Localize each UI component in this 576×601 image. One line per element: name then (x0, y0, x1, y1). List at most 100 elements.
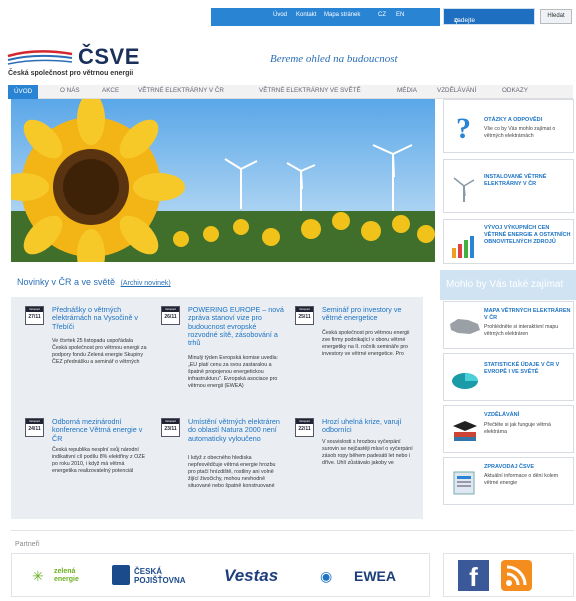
side-card-title: VZDĚLÁVÁNÍ (484, 412, 520, 418)
calendar-icon: listopad 27/11 (25, 306, 44, 325)
calendar-icon: listopad 26/11 (161, 306, 180, 325)
pie-chart-icon (452, 373, 478, 389)
partner-ceska-pojistovna[interactable]: ČESKÁ POJIŠŤOVNA (112, 565, 204, 587)
news-card[interactable]: listopad 23/11 Umístění větrných elektrár… (155, 409, 287, 514)
eye-icon: ◉ (320, 568, 333, 584)
news-text: I když z obecného hlediska nepřesvědčuje… (188, 455, 276, 489)
partner-name: EWEA (354, 568, 396, 584)
news-card[interactable]: listopad 27/11 Přednášky o větrných elekt… (19, 297, 151, 402)
hero-image (11, 99, 435, 262)
news-card[interactable]: listopad 24/11 Odborná mezinárodní konfer… (19, 409, 151, 514)
news-date-month: listopad (296, 419, 313, 424)
news-text: V souvislosti s hrozbou vyčerpání surovi… (322, 439, 413, 466)
side-card-installed[interactable]: INSTALOVANÉ VĚTRNÉ ELEKTRÁRNY V ČR (443, 159, 574, 213)
news-date-month: listopad (26, 419, 43, 424)
top-link-en[interactable]: EN (396, 12, 404, 18)
side-card-stats[interactable]: STATISTICKÉ ÚDAJE V ČR V EVROPĚ I VE SVĚ… (443, 353, 574, 401)
leaf-icon: ✳ (32, 568, 44, 584)
calendar-icon: listopad 22/11 (295, 418, 314, 437)
nav-item-home[interactable]: ÚVOD (8, 85, 39, 99)
nav-item-media[interactable]: MÉDIA (397, 87, 417, 94)
side-card-title: ZPRAVODAJ ČSVE (484, 464, 535, 470)
search-input[interactable]: ⚲ zadejte hledaný výraz (443, 8, 535, 38)
map-icon (450, 319, 480, 334)
news-date-month: listopad (162, 307, 179, 312)
svg-text:?: ? (456, 112, 471, 142)
top-link-home[interactable]: Úvod (273, 12, 287, 18)
news-heading: Novinky v ČR a ve světě (Archiv novinek) (17, 277, 171, 287)
news-date-day: 23/11 (164, 426, 177, 432)
news-title[interactable]: Umístění větrných elektráren do oblastí … (188, 417, 284, 443)
side-card-newsletter[interactable]: ZPRAVODAJ ČSVE Aktuální informace o dění… (443, 457, 574, 505)
partner-ewea[interactable]: ◉ EWEA (320, 564, 420, 588)
news-date-month: listopad (26, 307, 43, 312)
news-date-day: 26/11 (164, 314, 177, 320)
bar-chart-icon (452, 236, 474, 258)
shield-icon (112, 565, 130, 585)
top-link-sitemap[interactable]: Mapa stránek (324, 12, 360, 18)
question-icon: ? (456, 112, 471, 142)
social-box: f (443, 553, 574, 597)
news-title[interactable]: Přednášky o větrných elektrárnách na Vys… (52, 305, 148, 331)
partner-zelena-energie[interactable]: ✳ zelená energie (32, 566, 100, 586)
search-placeholder: zadejte hledaný výraz (454, 17, 477, 38)
news-text: Česká republika nesplní svůj národní ind… (52, 447, 146, 474)
news-heading-text: Novinky v ČR a ve světě (17, 277, 116, 287)
news-date-day: 27/11 (28, 314, 41, 320)
news-archive-link[interactable]: (Archiv novinek) (121, 280, 171, 287)
search-button[interactable]: Hledat (540, 9, 572, 24)
brand-subtitle: Česká společnost pro větrnou energii (8, 70, 134, 77)
side-card-map[interactable]: MAPA VĚTRNÝCH ELEKTRÁREN V ČR Prohlédnět… (443, 301, 574, 349)
news-date-day: 25/11 (298, 314, 311, 320)
news-title[interactable]: Odborná mezinárodní konference Větrná en… (52, 417, 148, 443)
news-text: Ve čtvrtek 25 listopadu uspořádala Česká… (52, 338, 147, 365)
nav-item-wind-cz[interactable]: VĚTRNÉ ELEKTRÁRNY V ČR (138, 87, 224, 94)
rss-icon[interactable] (501, 560, 532, 591)
news-date-month: listopad (162, 419, 179, 424)
nav-item-wind-world[interactable]: VĚTRNÉ ELEKTRÁRNY VE SVĚTĚ (259, 87, 361, 94)
news-title[interactable]: Seminář pro investory ve větrné energeti… (322, 305, 418, 323)
divider (11, 530, 574, 531)
partners-bar: ✳ zelená energie ČESKÁ POJIŠŤOVNA Vestas… (11, 553, 430, 597)
side-card-education[interactable]: VZDĚLÁVÁNÍ Přečtěte si jak funguje větrn… (443, 405, 574, 453)
sunflowers-turbines-illustration (11, 99, 435, 262)
calendar-icon: listopad 23/11 (161, 418, 180, 437)
turbine-icon (453, 177, 475, 202)
news-text: Česká společnost pro větrnou energii zve… (322, 330, 410, 357)
news-date-day: 24/11 (28, 426, 41, 432)
side-card-title: OTÁZKY A ODPOVĚDI (484, 117, 543, 123)
news-card[interactable]: listopad 25/11 Seminář pro investory ve v… (289, 297, 421, 402)
side-card-title: INSTALOVANÉ VĚTRNÉ ELEKTRÁRNY V ČR (484, 174, 547, 187)
partner-name: ČESKÁ POJIŠŤOVNA (134, 567, 186, 585)
news-date-day: 22/11 (298, 426, 311, 432)
news-text: Minulý týden Evropská komise uvedla: „EU… (188, 355, 279, 389)
partners-label: Partneři (15, 541, 40, 548)
newsletter-icon (453, 471, 475, 495)
brand-name[interactable]: ČSVE (78, 44, 140, 70)
news-card[interactable]: listopad 26/11 POWERING EUROPE – nová zpr… (155, 297, 287, 402)
main-nav: ÚVOD O NÁS AKCE VĚTRNÉ ELEKTRÁRNY V ČR V… (8, 85, 573, 99)
side-card-desc: Prohlédněte si interaktivní mapu větrnýc… (484, 324, 559, 337)
side-card-desc: Vše co by Vás mohlo zajímat o větrných e… (484, 126, 556, 139)
top-link-cz[interactable]: CZ (378, 12, 386, 18)
news-date-month: listopad (296, 307, 313, 312)
news-card[interactable]: listopad 22/11 Hrozí uhelná krize, varují… (289, 409, 421, 514)
facebook-icon[interactable]: f (458, 560, 489, 592)
nav-item-links[interactable]: ODKAZY (502, 87, 528, 94)
nav-item-about[interactable]: O NÁS (60, 87, 80, 94)
side-card-faq[interactable]: ? OTÁZKY A ODPOVĚDI Vše co by Vás mohlo … (443, 99, 574, 153)
calendar-icon: listopad 24/11 (25, 418, 44, 437)
calendar-icon: listopad 25/11 (295, 306, 314, 325)
partner-vestas[interactable]: Vestas (224, 566, 278, 586)
top-bar: Úvod Kontakt Mapa stránek CZ EN ⚲ zadejt… (0, 0, 576, 42)
side-card-prices[interactable]: VÝVOJ VÝKUPNÍCH CEN VĚTRNÉ ENERGIE A OST… (443, 219, 574, 264)
nav-item-education[interactable]: VZDĚLÁVÁNÍ (437, 87, 476, 94)
nav-item-events[interactable]: AKCE (102, 87, 119, 94)
brand-motto: Bereme ohled na budoucnost (270, 53, 398, 65)
news-title[interactable]: Hrozí uhelná krize, varují odborníci (322, 417, 418, 435)
news-grid: listopad 27/11 Přednášky o větrných elekt… (11, 297, 423, 519)
top-link-contact[interactable]: Kontakt (296, 12, 316, 18)
news-title[interactable]: POWERING EUROPE – nová zpráva stanoví vi… (188, 305, 284, 347)
partner-name: zelená energie (54, 568, 79, 583)
side-heading: Mohlo by Vás také zajímat (440, 270, 576, 300)
